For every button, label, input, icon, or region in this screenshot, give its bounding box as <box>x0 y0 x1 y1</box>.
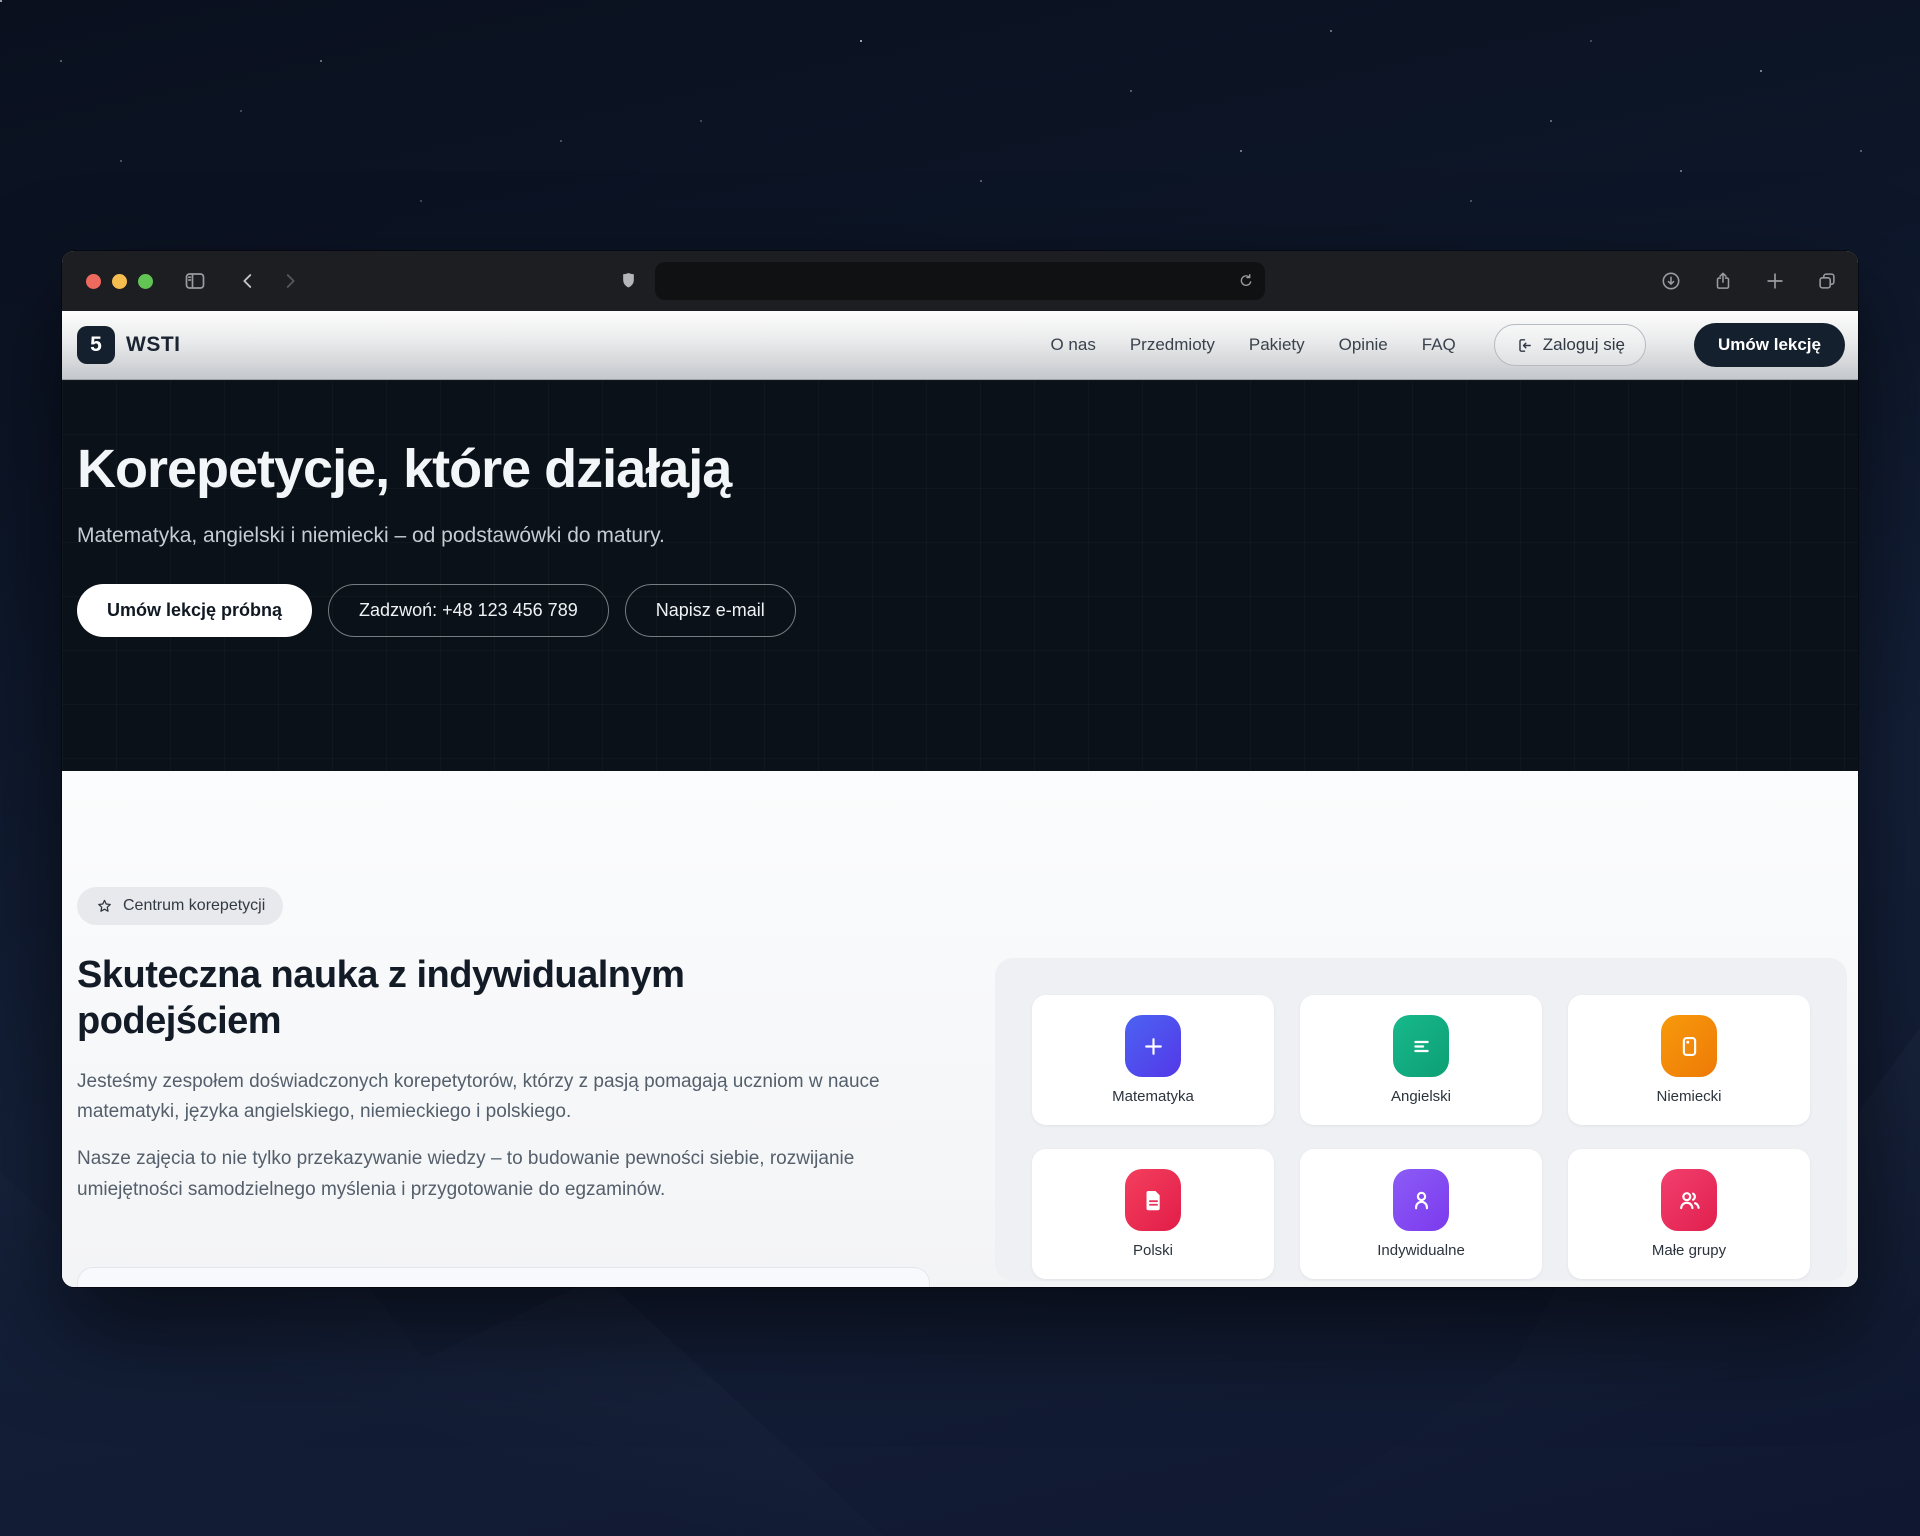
text-lines-icon <box>1393 1015 1449 1077</box>
site-navbar: 5 WSTI O nas Przedmioty Pakiety Opinie FAQ Z… <box>62 311 1858 380</box>
nav-link-opinie[interactable]: Opinie <box>1339 335 1388 355</box>
subject-label: Angielski <box>1391 1088 1451 1105</box>
hero-button-1[interactable]: Zadzwoń: +48 123 456 789 <box>328 584 609 637</box>
subject-label: Matematyka <box>1112 1088 1194 1105</box>
window-controls <box>86 274 153 289</box>
subject-label: Polski <box>1133 1242 1173 1259</box>
url-input[interactable] <box>665 273 1237 290</box>
book-lesson-button[interactable]: Umów lekcję <box>1694 323 1845 367</box>
hero-actions: Umów lekcję próbną Zadzwoń: +48 123 456 7… <box>77 584 1858 637</box>
about-section: Centrum korepetycji Skuteczna nauka z in… <box>62 771 1858 1287</box>
brand-logo[interactable]: 5 WSTI <box>77 326 181 364</box>
preview-card <box>77 1267 930 1287</box>
hero-subtitle: Matematyka, angielski i niemiecki – od p… <box>77 524 1858 548</box>
new-tab-icon[interactable] <box>1764 270 1786 292</box>
forward-icon[interactable] <box>279 270 301 292</box>
hero-button-2[interactable]: Napisz e-mail <box>625 584 796 637</box>
downloads-icon[interactable] <box>1660 270 1682 292</box>
share-icon[interactable] <box>1712 270 1734 292</box>
section-badge-label: Centrum korepetycji <box>123 897 265 915</box>
document-icon <box>1125 1169 1181 1231</box>
person-icon <box>1393 1169 1449 1231</box>
nav-link-pakiety[interactable]: Pakiety <box>1249 335 1305 355</box>
subject-label: Niemiecki <box>1656 1088 1721 1105</box>
zoom-button[interactable] <box>138 274 153 289</box>
close-button[interactable] <box>86 274 101 289</box>
about-paragraph: Nasze zajęcia to nie tylko przekazywanie… <box>77 1144 889 1206</box>
tab-overview-icon[interactable] <box>1816 270 1838 292</box>
nav-link-o-nas[interactable]: O nas <box>1050 335 1095 355</box>
subject-card-niemiecki[interactable]: Niemiecki <box>1568 995 1810 1125</box>
subject-card-matematyka[interactable]: Matematyka <box>1032 995 1274 1125</box>
about-paragraph: Jesteśmy zespołem doświadczonych korepet… <box>77 1067 889 1129</box>
hero-title: Korepetycje, które działają <box>77 380 1858 500</box>
nav-links: O nas Przedmioty Pakiety Opinie FAQ <box>1050 335 1455 355</box>
nav-menu: O nas Przedmioty Pakiety Opinie FAQ Zaloguj … <box>1050 323 1845 367</box>
plus-icon <box>1125 1015 1181 1077</box>
privacy-shield-icon[interactable] <box>618 271 639 292</box>
minimize-button[interactable] <box>112 274 127 289</box>
reload-icon[interactable] <box>1237 272 1255 290</box>
address-bar[interactable] <box>655 262 1265 300</box>
subjects-panel: Matematyka Angielski Niemiecki Polski In… <box>995 958 1847 1281</box>
login-button[interactable]: Zaloguj się <box>1494 324 1646 366</box>
book-icon <box>1661 1015 1717 1077</box>
logo-badge: 5 <box>77 326 115 364</box>
login-label: Zaloguj się <box>1543 335 1625 355</box>
subject-card-małe-grupy[interactable]: Małe grupy <box>1568 1149 1810 1279</box>
login-icon <box>1515 336 1534 355</box>
section-heading: Skuteczna nauka z indywidualnym podejści… <box>77 952 777 1045</box>
back-icon[interactable] <box>237 270 259 292</box>
titlebar-right-icons <box>1660 251 1838 311</box>
hero-button-0[interactable]: Umów lekcję próbną <box>77 584 312 637</box>
subject-card-indywidualne[interactable]: Indywidualne <box>1300 1149 1542 1279</box>
nav-link-przedmioty[interactable]: Przedmioty <box>1130 335 1215 355</box>
subject-label: Małe grupy <box>1652 1242 1726 1259</box>
section-badge: Centrum korepetycji <box>77 887 283 925</box>
subject-card-polski[interactable]: Polski <box>1032 1149 1274 1279</box>
hero-section: Korepetycje, które działają Matematyka, … <box>62 380 1858 771</box>
subject-card-angielski[interactable]: Angielski <box>1300 995 1542 1125</box>
brand-name: WSTI <box>126 333 181 357</box>
nav-link-faq[interactable]: FAQ <box>1422 335 1456 355</box>
sidebar-toggle-icon[interactable] <box>183 269 207 293</box>
browser-window: 5 WSTI O nas Przedmioty Pakiety Opinie FAQ Z… <box>62 251 1858 1287</box>
browser-titlebar <box>62 251 1858 311</box>
star-icon <box>95 897 114 916</box>
people-icon <box>1661 1169 1717 1231</box>
subject-label: Indywidualne <box>1377 1242 1465 1259</box>
